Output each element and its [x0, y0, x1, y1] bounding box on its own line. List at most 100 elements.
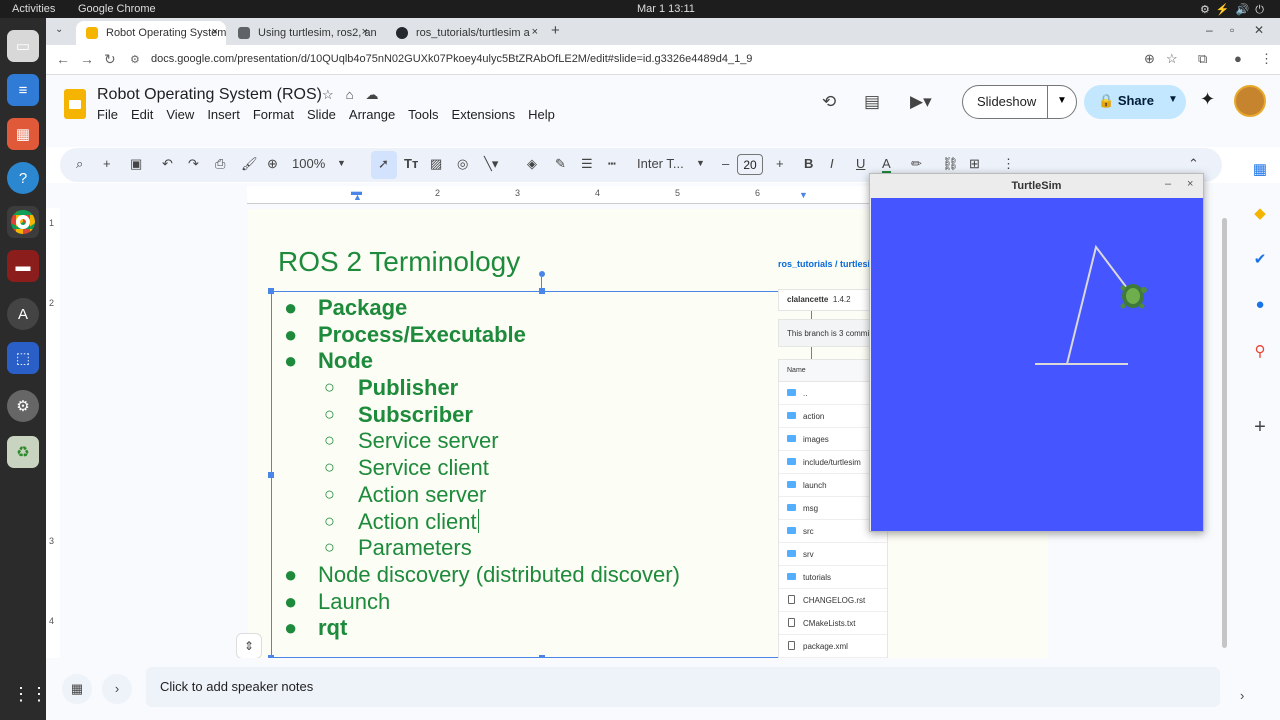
paint-format-icon[interactable]: 🖌	[241, 156, 258, 172]
cloud-status-icon[interactable]: ☁	[366, 87, 391, 102]
bold-icon[interactable]: B	[804, 156, 813, 171]
resize-handle[interactable]	[268, 472, 274, 478]
updater-icon[interactable]: A	[7, 298, 39, 330]
menu-format[interactable]: Format	[253, 107, 294, 122]
maximize-window-icon[interactable]: ▫	[1230, 23, 1234, 37]
forward-icon[interactable]: →	[80, 51, 94, 67]
tab-search-icon[interactable]: ⌄	[55, 24, 63, 35]
text-color-icon[interactable]: A	[882, 156, 891, 174]
search-menus-icon[interactable]: ⌕	[76, 156, 83, 172]
menu-extensions[interactable]: Extensions	[452, 107, 516, 122]
increase-font-icon[interactable]: +	[776, 156, 784, 171]
move-folder-icon[interactable]: ⌂	[346, 87, 366, 102]
menu-insert[interactable]: Insert	[207, 107, 240, 122]
chevron-down-icon[interactable]: ▼	[337, 158, 346, 168]
site-info-icon[interactable]: ⚙	[130, 53, 140, 66]
border-color-icon[interactable]: ✎	[555, 156, 566, 172]
collapse-filmstrip-icon[interactable]: ⇕	[236, 633, 262, 659]
back-icon[interactable]: ←	[56, 51, 70, 67]
share-dropdown-icon[interactable]: ▼	[1168, 94, 1178, 105]
slide-title[interactable]: ROS 2 Terminology	[278, 246, 520, 278]
slideshow-button[interactable]: Slideshow ▼	[962, 85, 1077, 119]
list-item[interactable]: ○ Publisher	[284, 375, 784, 402]
image-icon[interactable]: ▨	[430, 156, 442, 172]
decrease-font-icon[interactable]: –	[722, 156, 729, 171]
list-item[interactable]: ● rqt	[284, 615, 784, 642]
new-tab-button[interactable]: +	[551, 22, 560, 39]
menu-file[interactable]: File	[97, 107, 118, 122]
resize-handle[interactable]	[539, 288, 545, 294]
tab-github[interactable]: ros_tutorials/turtlesim a ×	[386, 21, 546, 45]
turtlesim-window[interactable]: TurtleSim – ×	[869, 173, 1204, 532]
list-item[interactable]: ○ Action server	[284, 482, 784, 509]
menu-slide[interactable]: Slide	[307, 107, 336, 122]
right-indent-marker-icon[interactable]: ▼	[799, 190, 808, 200]
bookmark-star-icon[interactable]: ☆	[1166, 51, 1178, 67]
help-icon[interactable]: ?	[7, 162, 39, 194]
tab-turtlesim-guide[interactable]: Using turtlesim, ros2, an ×	[228, 21, 376, 45]
list-item[interactable]: ○ Subscriber	[284, 402, 784, 429]
border-dash-icon[interactable]: ┅	[608, 156, 616, 172]
fill-color-icon[interactable]: ◈	[527, 156, 537, 172]
turtlesim-canvas[interactable]	[871, 198, 1203, 531]
list-item[interactable]: ● Package	[284, 295, 784, 322]
shape-icon[interactable]: ◎	[457, 156, 468, 172]
undo-icon[interactable]: ↶	[162, 156, 173, 172]
terminal-icon[interactable]: ▬	[7, 250, 39, 282]
text-box-icon[interactable]: Tт	[404, 156, 418, 171]
close-window-icon[interactable]: ✕	[1254, 23, 1264, 37]
list-item[interactable]: ● Node discovery (distributed discover)	[284, 562, 784, 589]
activities-button[interactable]: Activities	[12, 3, 55, 15]
highlight-icon[interactable]: ✏	[911, 156, 922, 172]
text-editor-icon[interactable]: ≡	[7, 74, 39, 106]
meet-icon[interactable]: ▶▾	[910, 92, 932, 112]
list-item[interactable]: ○ Action client	[284, 508, 784, 536]
system-tray-icons[interactable]: ⚙⚡🔊⏻	[1200, 3, 1270, 17]
slideshow-dropdown-icon[interactable]: ▼	[1057, 95, 1067, 106]
cursor-icon[interactable]: ➚	[378, 156, 389, 172]
menu-tools[interactable]: Tools	[408, 107, 438, 122]
link-icon[interactable]: ⛓	[942, 156, 959, 172]
contacts-icon[interactable]: ●	[1251, 296, 1269, 314]
list-item[interactable]: ○ Service server	[284, 428, 784, 455]
maps-icon[interactable]: ⚲	[1251, 342, 1269, 360]
list-item[interactable]: ● Launch	[284, 589, 784, 616]
minimize-icon[interactable]: –	[1165, 178, 1171, 190]
vertical-scrollbar[interactable]	[1222, 218, 1227, 648]
zoom-select[interactable]: 100%	[292, 156, 325, 171]
share-button[interactable]: 🔒 Share ▼	[1084, 85, 1186, 119]
profile-icon[interactable]: ●	[1234, 51, 1242, 66]
print-icon[interactable]: ⎙	[215, 156, 225, 172]
close-tab-icon[interactable]: ×	[362, 26, 368, 38]
chrome-icon[interactable]	[7, 206, 39, 238]
italic-icon[interactable]: I	[830, 156, 834, 171]
avatar[interactable]	[1234, 85, 1266, 117]
grid-view-icon[interactable]: ▦	[62, 674, 92, 704]
chevron-down-icon[interactable]: ▼	[696, 158, 705, 168]
add-on-icon[interactable]: +	[1251, 416, 1269, 438]
tab-slides[interactable]: Robot Operating System ×	[76, 21, 226, 45]
active-app-label[interactable]: Google Chrome	[78, 3, 156, 15]
trash-icon[interactable]: ♻	[7, 436, 39, 468]
font-select[interactable]: Inter T...	[637, 156, 684, 171]
star-icon[interactable]: ☆	[322, 87, 346, 102]
menu-help[interactable]: Help	[528, 107, 555, 122]
menu-view[interactable]: View	[166, 107, 194, 122]
minimize-window-icon[interactable]: –	[1206, 23, 1213, 37]
software-center-icon[interactable]: ▦	[7, 118, 39, 150]
chevron-right-icon[interactable]: ›	[1240, 688, 1244, 703]
chrome-menu-icon[interactable]: ⋮	[1260, 51, 1273, 67]
calendar-icon[interactable]: ▦	[1251, 160, 1269, 178]
speaker-notes-field[interactable]: Click to add speaker notes	[146, 667, 1220, 707]
comments-icon[interactable]: ▤	[864, 92, 880, 112]
files-icon[interactable]: ▭	[7, 30, 39, 62]
show-apps-icon[interactable]: ⋮⋮⋮	[12, 684, 66, 706]
font-size-field[interactable]: 20	[737, 154, 763, 175]
version-history-icon[interactable]: ⟲	[822, 92, 836, 112]
border-weight-icon[interactable]: ☰	[581, 156, 593, 172]
tab-marker-icon[interactable]: ▲	[353, 192, 362, 202]
resize-handle[interactable]	[268, 288, 274, 294]
close-icon[interactable]: ×	[1187, 178, 1193, 190]
reload-icon[interactable]: ↻	[104, 51, 116, 68]
settings-icon[interactable]: ⚙	[7, 390, 39, 422]
